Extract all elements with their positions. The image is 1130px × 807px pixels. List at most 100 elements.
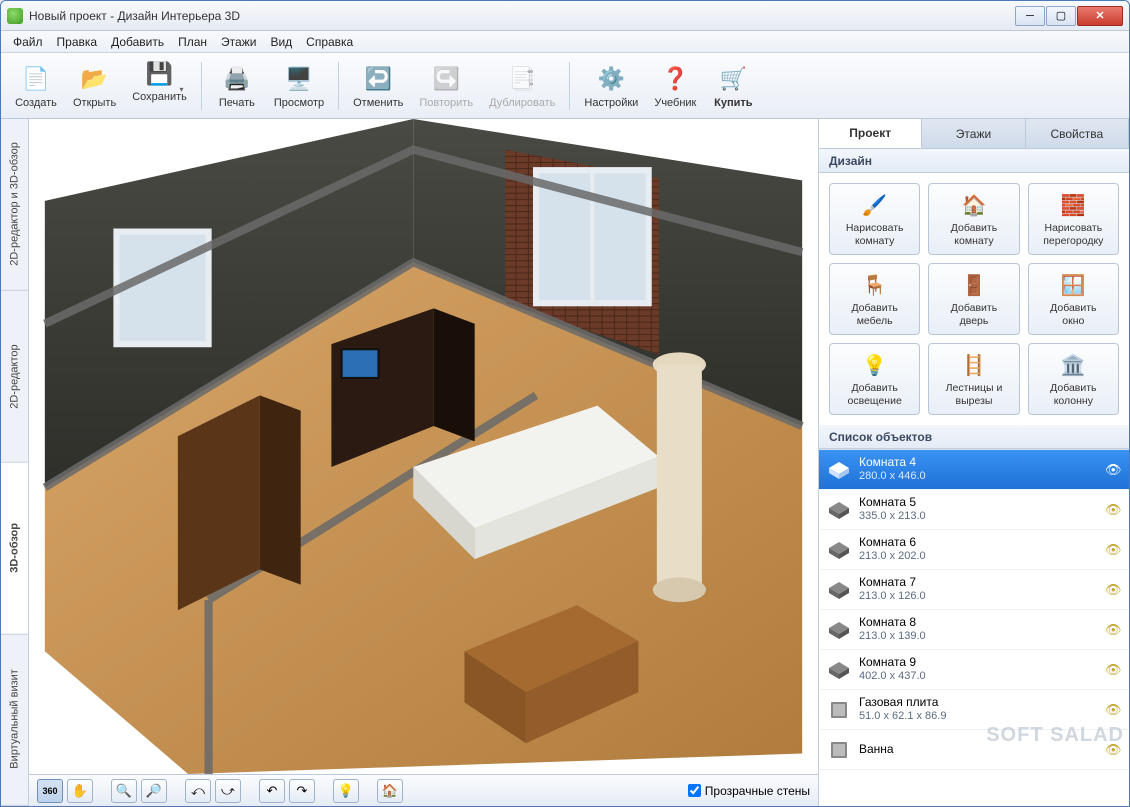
panel-tab-project[interactable]: Проект (819, 119, 922, 148)
visibility-toggle-icon[interactable]: 👁 (1105, 622, 1123, 638)
view-toolbar: 360 ✋ 🔍 🔎 ⤺ ⤻ ↶ ↷ 💡 🏠 Прозрачные стены (29, 774, 818, 806)
object-row[interactable]: Комната 7213.0 x 126.0👁 (819, 570, 1129, 610)
object-row[interactable]: Газовая плита51.0 x 62.1 x 86.9👁 (819, 690, 1129, 730)
object-dimensions: 51.0 x 62.1 x 86.9 (859, 710, 1105, 723)
room-icon (825, 496, 853, 524)
design-add-window-button[interactable]: 🪟Добавитьокно (1028, 263, 1119, 335)
object-name: Комната 8 (859, 616, 1105, 630)
preview-label: Просмотр (274, 97, 324, 109)
pan-button[interactable]: ✋ (67, 779, 93, 803)
object-row[interactable]: Ванна👁 (819, 730, 1129, 770)
orbit-360-button[interactable]: 360 (37, 779, 63, 803)
close-button[interactable]: ✕ (1077, 6, 1123, 26)
zoom-in-button[interactable]: 🔎 (141, 779, 167, 803)
object-row[interactable]: Комната 4280.0 x 446.0👁 (819, 450, 1129, 490)
design-draw-room-button[interactable]: 🖌️Нарисоватькомнату (829, 183, 920, 255)
sidetab-2d[interactable]: 2D-редактор (1, 291, 28, 463)
window-title: Новый проект - Дизайн Интерьера 3D (29, 9, 1015, 23)
buy-label: Купить (714, 97, 752, 109)
undo-button[interactable]: ↩️Отменить (347, 58, 409, 114)
zoom-out-button[interactable]: 🔍 (111, 779, 137, 803)
add-column-icon: 🏛️ (1059, 351, 1087, 379)
object-dimensions: 213.0 x 202.0 (859, 550, 1105, 563)
design-stairs-button[interactable]: 🪜Лестницы ивырезы (928, 343, 1019, 415)
visibility-toggle-icon[interactable]: 👁 (1105, 742, 1123, 758)
design-add-furniture-button[interactable]: 🪑Добавитьмебель (829, 263, 920, 335)
visibility-toggle-icon[interactable]: 👁 (1105, 582, 1123, 598)
object-row[interactable]: Комната 9402.0 x 437.0👁 (819, 650, 1129, 690)
rotate-ccw-button[interactable]: ⤺ (185, 779, 211, 803)
visibility-toggle-icon[interactable]: 👁 (1105, 502, 1123, 518)
settings-label: Настройки (584, 97, 638, 109)
object-name: Комната 4 (859, 456, 1105, 470)
save-button[interactable]: 💾Сохранить (126, 58, 193, 114)
preview-icon: 🖥️ (283, 63, 315, 95)
menu-этажи[interactable]: Этажи (215, 33, 262, 51)
design-add-light-button[interactable]: 💡Добавитьосвещение (829, 343, 920, 415)
design-add-column-button[interactable]: 🏛️Добавитьколонну (1028, 343, 1119, 415)
object-name: Газовая плита (859, 696, 1105, 710)
add-room-icon: 🏠 (960, 191, 988, 219)
home-view-button[interactable]: 🏠 (377, 779, 403, 803)
menu-добавить[interactable]: Добавить (105, 33, 170, 51)
orbit-left-button[interactable]: ↶ (259, 779, 285, 803)
open-button[interactable]: 📂Открыть (67, 58, 122, 114)
object-name: Комната 5 (859, 496, 1105, 510)
menu-план[interactable]: План (172, 33, 213, 51)
help-label: Учебник (654, 97, 696, 109)
appliance-icon (825, 696, 853, 724)
design-add-door-button[interactable]: 🚪Добавитьдверь (928, 263, 1019, 335)
open-icon: 📂 (79, 63, 111, 95)
menu-справка[interactable]: Справка (300, 33, 359, 51)
sidetab-2d3d[interactable]: 2D-редактор и 3D-обзор (1, 119, 28, 291)
help-icon: ❓ (659, 63, 691, 95)
rotate-cw-button[interactable]: ⤻ (215, 779, 241, 803)
lighting-button[interactable]: 💡 (333, 779, 359, 803)
preview-button[interactable]: 🖥️ Просмотр (268, 58, 330, 114)
visibility-toggle-icon[interactable]: 👁 (1105, 702, 1123, 718)
undo-icon: ↩️ (362, 63, 394, 95)
sidetab-virtual[interactable]: Виртуальный визит (1, 634, 28, 806)
object-dimensions: 213.0 x 139.0 (859, 630, 1105, 643)
panel-tab-floors[interactable]: Этажи (922, 119, 1025, 148)
draw-wall-icon: 🧱 (1059, 191, 1087, 219)
stairs-icon: 🪜 (960, 351, 988, 379)
menu-файл[interactable]: Файл (7, 33, 49, 51)
design-draw-wall-button[interactable]: 🧱Нарисоватьперегородку (1028, 183, 1119, 255)
menu-правка[interactable]: Правка (51, 33, 104, 51)
buy-icon: 🛒 (717, 63, 749, 95)
object-name: Комната 6 (859, 536, 1105, 550)
minimize-button[interactable]: ─ (1015, 6, 1045, 26)
object-row[interactable]: Комната 6213.0 x 202.0👁 (819, 530, 1129, 570)
redo-button: ↪️Повторить (413, 58, 479, 114)
buy-button[interactable]: 🛒 Купить (706, 58, 760, 114)
add-window-icon: 🪟 (1059, 271, 1087, 299)
orbit-right-button[interactable]: ↷ (289, 779, 315, 803)
visibility-toggle-icon[interactable]: 👁 (1105, 462, 1123, 478)
3d-viewport[interactable] (29, 119, 818, 774)
visibility-toggle-icon[interactable]: 👁 (1105, 542, 1123, 558)
menu-вид[interactable]: Вид (264, 33, 298, 51)
dup-icon: 📑 (506, 63, 538, 95)
menubar: ФайлПравкаДобавитьПланЭтажиВидСправка (1, 31, 1129, 53)
maximize-button[interactable]: ▢ (1046, 6, 1076, 26)
create-button[interactable]: 📄 Создать (9, 58, 63, 114)
transparent-walls-checkbox[interactable]: Прозрачные стены (688, 784, 810, 798)
draw-room-icon: 🖌️ (861, 191, 889, 219)
panel-tab-props[interactable]: Свойства (1026, 119, 1129, 148)
sidetab-3d[interactable]: 3D-обзор (1, 463, 28, 635)
add-door-icon: 🚪 (960, 271, 988, 299)
object-row[interactable]: Комната 5335.0 x 213.0👁 (819, 490, 1129, 530)
toolbar: 📄 Создать 📂Открыть💾Сохранить 🖨️Печать 🖥️ Прос… (1, 53, 1129, 119)
print-button[interactable]: 🖨️Печать (210, 58, 264, 114)
object-name: Комната 9 (859, 656, 1105, 670)
save-icon: 💾 (144, 60, 176, 89)
visibility-toggle-icon[interactable]: 👁 (1105, 662, 1123, 678)
help-button[interactable]: ❓ Учебник (648, 58, 702, 114)
design-add-room-button[interactable]: 🏠Добавитькомнату (928, 183, 1019, 255)
create-label: Создать (15, 97, 57, 109)
create-icon: 📄 (20, 63, 52, 95)
object-dimensions: 213.0 x 126.0 (859, 590, 1105, 603)
object-row[interactable]: Комната 8213.0 x 139.0👁 (819, 610, 1129, 650)
settings-button[interactable]: ⚙️Настройки (578, 58, 644, 114)
